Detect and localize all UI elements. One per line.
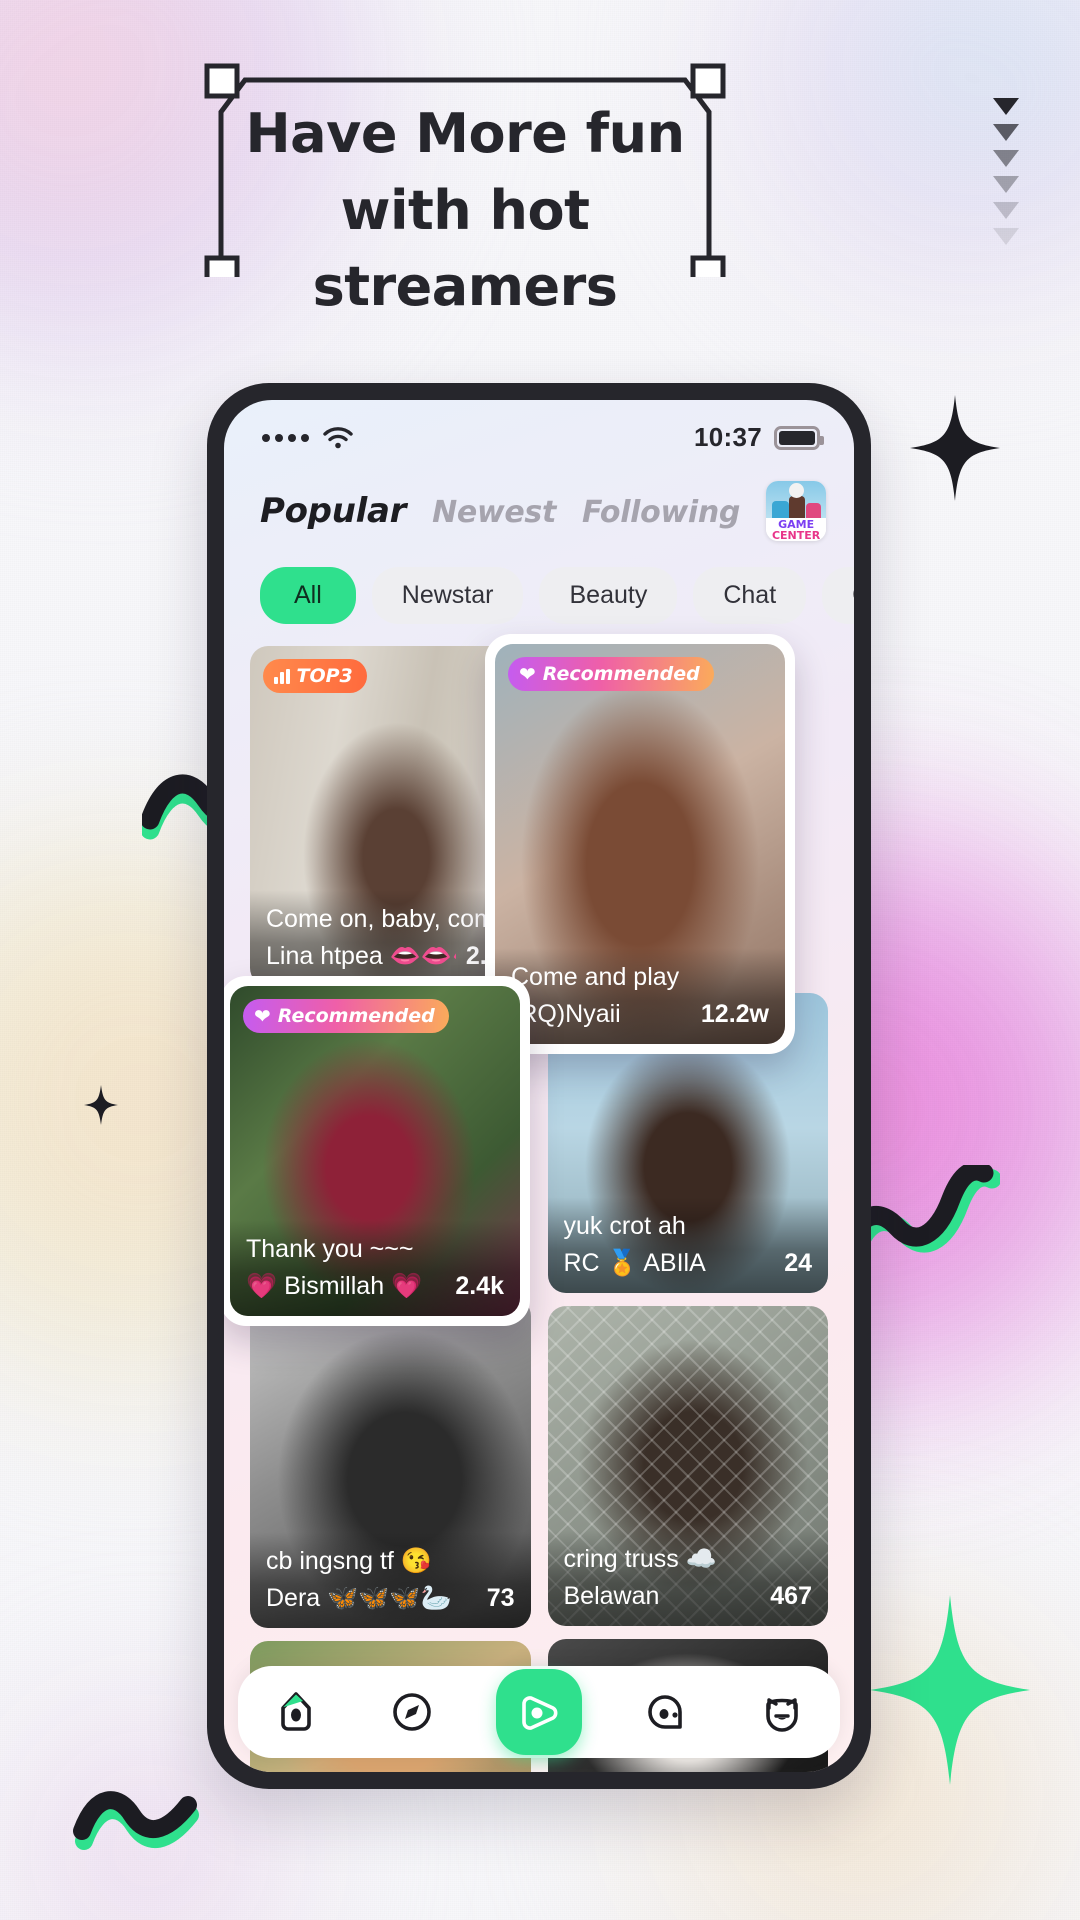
game-center-line-1: GAME [778, 517, 815, 531]
nav-profile-button[interactable] [750, 1680, 814, 1744]
stream-title: Come on, baby, come on... [266, 905, 515, 934]
heart-icon: ❤ [519, 662, 536, 686]
streamer-name: RC 🏅 ABIlA [563, 1248, 706, 1277]
status-bar: 10:37 [224, 400, 854, 459]
home-icon [281, 1692, 311, 1731]
feed-tabs: Popular Newest Following [257, 491, 740, 531]
profile-bear-icon [766, 1698, 798, 1732]
stream-caption: Come and play (RQ)Nyaii 12.2w [495, 948, 785, 1044]
viewer-count: 12.2w [700, 999, 769, 1028]
viewer-count: 24 [784, 1248, 812, 1277]
headline-line-1: Have More fun [245, 102, 685, 165]
stream-feed: TOP3 Come on, baby, come on... Lina htpe… [224, 634, 854, 1772]
search-button[interactable] [852, 488, 854, 534]
status-badge-recommended: ❤ Recommended [508, 657, 714, 691]
viewer-count: 73 [486, 1583, 515, 1612]
stream-card-5[interactable]: cb ingsng tf 😘 Dera 🦋🦋🦋🦢 73 [250, 1298, 531, 1628]
messages-icon [648, 1695, 682, 1729]
phone-screen: 10:37 Popular Newest Following GAME CENT… [224, 400, 854, 1772]
sparkle-green-icon [870, 1595, 1030, 1785]
streamer-name: 💗 Bismillah 💗 [246, 1271, 423, 1300]
streamer-name: Dera 🦋🦋🦋🦢 [266, 1583, 452, 1612]
category-chip-row[interactable]: All Newstar Beauty Chat Comedy S [224, 541, 854, 646]
phone-mockup: 10:37 Popular Newest Following GAME CENT… [207, 383, 871, 1789]
nav-live-button[interactable] [496, 1669, 582, 1755]
stream-card-3-featured[interactable]: ❤ Recommended Thank you ~~~ 💗 Bismillah … [224, 976, 530, 1326]
stream-caption: Thank you ~~~ 💗 Bismillah 💗 2.4k [230, 1220, 520, 1316]
chip-chat[interactable]: Chat [693, 567, 807, 624]
signal-dots-icon [262, 433, 309, 442]
play-live-icon [522, 1696, 558, 1730]
rank-bars-icon [274, 668, 290, 684]
chip-beauty[interactable]: Beauty [539, 567, 678, 624]
stream-caption: cring truss ☁️ Belawan 467 [547, 1530, 828, 1626]
page-title: Have More fun with hot streamers [185, 96, 745, 326]
squiggle-bottom-icon [72, 1775, 202, 1870]
nav-discover-button[interactable] [380, 1680, 444, 1744]
stream-title: yuk crot ah [563, 1212, 686, 1241]
stream-card-6[interactable]: cring truss ☁️ Belawan 467 [547, 1306, 828, 1626]
sparkle-icon [910, 395, 1000, 501]
stream-caption: yuk crot ah RC 🏅 ABIlA 24 [547, 1197, 828, 1293]
wifi-icon [323, 426, 353, 448]
status-bar-time: 10:37 [694, 422, 762, 452]
chip-newstar[interactable]: Newstar [371, 567, 524, 624]
streamer-name: Lina htpea 👄👄👄... [266, 941, 456, 970]
nav-messages-button[interactable] [634, 1680, 698, 1744]
viewer-count: 2.4k [455, 1271, 504, 1300]
stream-title: Thank you ~~~ [246, 1235, 414, 1264]
tab-newest[interactable]: Newest [432, 495, 556, 530]
game-center-line-2: CENTER [771, 528, 821, 541]
promo-headline-frame: Have More fun with hot streamers [185, 62, 745, 318]
status-badge-top3: TOP3 [263, 659, 367, 693]
bottom-navigation [238, 1666, 840, 1758]
battery-full-icon [774, 425, 824, 450]
tab-popular[interactable]: Popular [257, 491, 413, 531]
compass-discover-icon [393, 1693, 431, 1731]
stream-card-2-featured[interactable]: ❤ Recommended Come and play (RQ)Nyaii 12… [485, 634, 795, 1054]
streamer-name: Belawan [563, 1581, 660, 1610]
viewer-count: 467 [770, 1581, 812, 1610]
sparkle-small-icon [84, 1085, 118, 1125]
chip-all[interactable]: All [260, 567, 356, 624]
stream-title: Come and play [511, 963, 680, 992]
heart-icon: ❤ [254, 1004, 271, 1028]
game-center-button[interactable]: GAME CENTER [766, 481, 827, 541]
tab-following[interactable]: Following [582, 495, 740, 530]
headline-line-2: with hot streamers [312, 178, 618, 319]
top-navigation: Popular Newest Following GAME CENTER [224, 459, 854, 541]
chevron-down-stack [986, 98, 1026, 254]
chip-comedy[interactable]: Comedy [822, 567, 854, 624]
nav-home-button[interactable] [264, 1680, 328, 1744]
stream-title: cring truss ☁️ [563, 1545, 717, 1574]
stream-caption: cb ingsng tf 😘 Dera 🦋🦋🦋🦢 73 [250, 1532, 531, 1628]
status-badge-recommended: ❤ Recommended [243, 999, 449, 1033]
stream-title: cb ingsng tf 😘 [266, 1547, 432, 1576]
